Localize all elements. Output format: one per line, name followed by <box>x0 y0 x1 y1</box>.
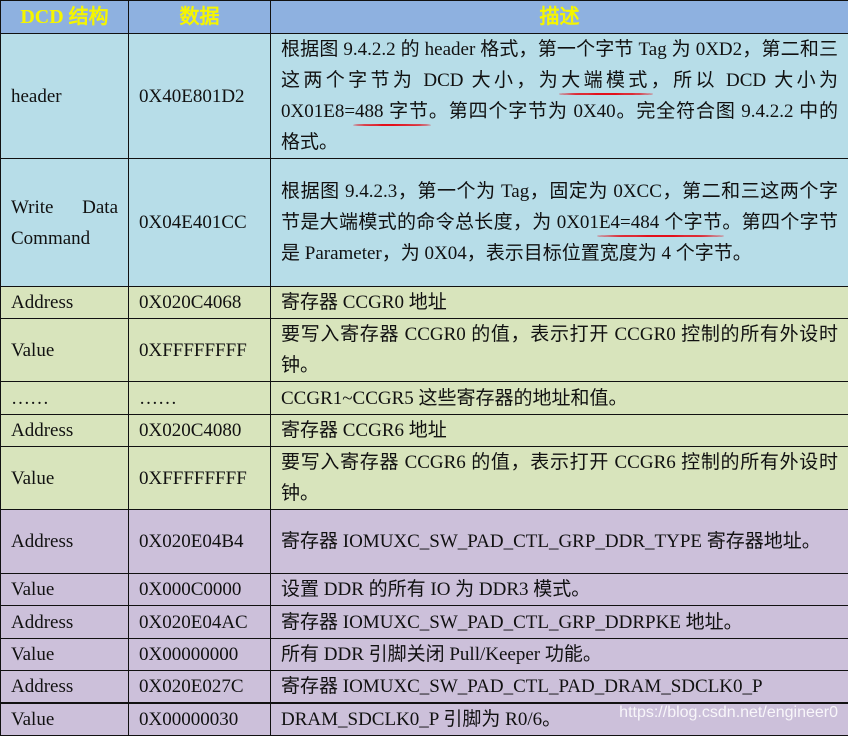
cell-data: 0X000C0000 <box>129 574 271 606</box>
cell-data: 0XFFFFFFFF <box>129 447 271 510</box>
cell-struct: Write Data Command <box>1 159 129 287</box>
table-header-row: DCD 结构 数据 描述 <box>1 1 848 34</box>
cell-desc: 所有 DDR 引脚关闭 Pull/Keeper 功能。 <box>271 639 848 671</box>
cell-struct: Value <box>1 574 129 606</box>
column-header-desc: 描述 <box>271 1 848 34</box>
cell-desc: 根据图 9.4.2.2 的 header 格式，第一个字节 Tag 为 0XD2… <box>271 34 848 159</box>
cell-data: 0X40E801D2 <box>129 34 271 159</box>
table-row: Address 0X020E04B4 寄存器 IOMUXC_SW_PAD_CTL… <box>1 510 848 574</box>
cell-data: 0X020C4080 <box>129 415 271 447</box>
cell-data: 0X020C4068 <box>129 287 271 319</box>
cell-struct: Value <box>1 703 129 736</box>
cell-data: 0X00000030 <box>129 703 271 736</box>
table-row-header: header 0X40E801D2 根据图 9.4.2.2 的 header 格… <box>1 34 848 159</box>
cell-struct: Address <box>1 606 129 639</box>
table-row: …… …… CCGR1~CCGR5 这些寄存器的地址和值。 <box>1 382 848 415</box>
column-header-data: 数据 <box>129 1 271 34</box>
cell-desc: 寄存器 IOMUXC_SW_PAD_CTL_GRP_DDRPKE 地址。 <box>271 606 848 639</box>
cell-struct: Address <box>1 671 129 704</box>
cell-struct: Address <box>1 415 129 447</box>
table-row: Value 0XFFFFFFFF 要写入寄存器 CCGR0 的值，表示打开 CC… <box>1 319 848 382</box>
cell-struct: header <box>1 34 129 159</box>
cell-desc: 寄存器 CCGR0 地址 <box>271 287 848 319</box>
cell-data: 0X020E04B4 <box>129 510 271 574</box>
table-row: Value 0X00000000 所有 DDR 引脚关闭 Pull/Keeper… <box>1 639 848 671</box>
table-row: Value 0X000C0000 设置 DDR 的所有 IO 为 DDR3 模式… <box>1 574 848 606</box>
table-row: Address 0X020E04AC 寄存器 IOMUXC_SW_PAD_CTL… <box>1 606 848 639</box>
red-underline-annotation: 488 字节 <box>355 101 429 122</box>
red-underline-annotation: 大端模式 <box>561 70 651 91</box>
cell-struct: Address <box>1 287 129 319</box>
cell-desc: 寄存器 IOMUXC_SW_PAD_CTL_GRP_DDR_TYPE 寄存器地址… <box>271 510 848 574</box>
cell-data: …… <box>129 382 271 415</box>
cell-data: 0X020E027C <box>129 671 271 704</box>
cell-desc: 寄存器 CCGR6 地址 <box>271 415 848 447</box>
cell-data: 0XFFFFFFFF <box>129 319 271 382</box>
cell-desc: 根据图 9.4.2.3，第一个为 Tag，固定为 0XCC，第二和三这两个字节是… <box>271 159 848 287</box>
cell-desc: DRAM_SDCLK0_P 引脚为 R0/6。 <box>271 703 848 736</box>
cell-data: 0X00000000 <box>129 639 271 671</box>
cell-desc: CCGR1~CCGR5 这些寄存器的地址和值。 <box>271 382 848 415</box>
cell-struct: Value <box>1 639 129 671</box>
column-header-struct: DCD 结构 <box>1 1 129 34</box>
cell-struct: …… <box>1 382 129 415</box>
cell-data: 0X04E401CC <box>129 159 271 287</box>
cell-struct: Value <box>1 319 129 382</box>
cell-struct: Value <box>1 447 129 510</box>
table-row: Value 0XFFFFFFFF 要写入寄存器 CCGR6 的值，表示打开 CC… <box>1 447 848 510</box>
cell-desc: 寄存器 IOMUXC_SW_PAD_CTL_PAD_DRAM_SDCLK0_P <box>271 671 848 704</box>
table-row: Address 0X020C4068 寄存器 CCGR0 地址 <box>1 287 848 319</box>
dcd-table: DCD 结构 数据 描述 header 0X40E801D2 根据图 9.4.2… <box>0 0 848 736</box>
cell-desc: 要写入寄存器 CCGR0 的值，表示打开 CCGR0 控制的所有外设时钟。 <box>271 319 848 382</box>
cell-data: 0X020E04AC <box>129 606 271 639</box>
cell-desc: 设置 DDR 的所有 IO 为 DDR3 模式。 <box>271 574 848 606</box>
table-row: Value 0X00000030 DRAM_SDCLK0_P 引脚为 R0/6。 <box>1 703 848 736</box>
cell-desc: 要写入寄存器 CCGR6 的值，表示打开 CCGR6 控制的所有外设时钟。 <box>271 447 848 510</box>
cell-struct: Address <box>1 510 129 574</box>
table-row: Address 0X020C4080 寄存器 CCGR6 地址 <box>1 415 848 447</box>
table-row: Address 0X020E027C 寄存器 IOMUXC_SW_PAD_CTL… <box>1 671 848 704</box>
table-row-write-data-command: Write Data Command 0X04E401CC 根据图 9.4.2.… <box>1 159 848 287</box>
red-underline-annotation: E4=484 个字节 <box>599 212 722 233</box>
